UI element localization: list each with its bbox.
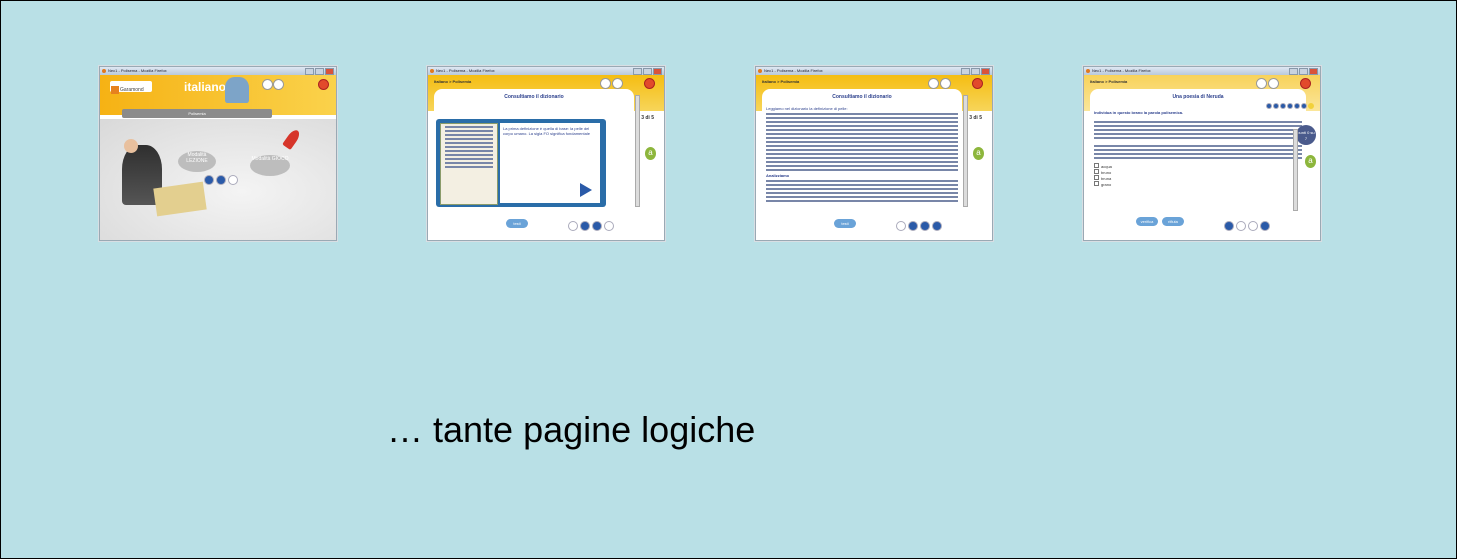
intro-text: Leggiamo nel dizionario la definizione d… xyxy=(766,106,848,111)
info-icon[interactable] xyxy=(262,79,273,90)
help-icon[interactable] xyxy=(273,79,284,90)
cloud-lezione[interactable]: Modalità LEZIONE xyxy=(178,151,216,172)
page-title: Una poesia di Neruda xyxy=(1172,94,1224,100)
next-arrow-icon[interactable] xyxy=(580,183,592,197)
progress-dots xyxy=(1266,103,1314,109)
window-title: Nec1 - Polisema - Mozilla Firefox xyxy=(764,68,823,73)
slide-caption: … tante pagine logiche xyxy=(387,409,756,450)
scrollbar[interactable] xyxy=(963,95,968,207)
screenshot-thumbnail-neruda-quiz: Nec1 - Polisema - Mozilla Firefox Italia… xyxy=(1083,66,1321,241)
help-icon[interactable] xyxy=(1268,78,1279,89)
close-icon[interactable] xyxy=(1300,78,1311,89)
nav-dots xyxy=(568,221,614,231)
window-titlebar: Nec1 - Polisema - Mozilla Firefox xyxy=(1084,67,1320,75)
poem-text xyxy=(1090,121,1306,139)
dictionary-panel: La prima definizione è quella di base: l… xyxy=(436,119,606,207)
verifica-button[interactable]: verifica xyxy=(1136,217,1158,226)
breadcrumb: Italiano > Polisemia xyxy=(434,79,472,84)
firefox-icon xyxy=(1086,69,1090,73)
font-size-icon[interactable]: a xyxy=(645,147,656,160)
analysis-list xyxy=(762,180,962,202)
help-icon[interactable] xyxy=(612,78,623,89)
poem-text-2 xyxy=(1090,145,1306,159)
section-heading: Analizziamo xyxy=(766,173,790,178)
scrollbar[interactable] xyxy=(1293,129,1298,211)
screenshot-thumbnail-dictionary-panel: Nec1 - Polisema - Mozilla Firefox Italia… xyxy=(427,66,665,241)
breadcrumb: Italiano > Polisemia xyxy=(1090,79,1128,84)
info-icon[interactable] xyxy=(928,78,939,89)
window-controls xyxy=(633,68,662,75)
screenshot-thumbnail-dictionary-text: Nec1 - Polisema - Mozilla Firefox Italia… xyxy=(755,66,993,241)
student-with-laptop-image xyxy=(225,77,249,103)
close-icon[interactable] xyxy=(644,78,655,89)
font-size-icon[interactable]: a xyxy=(1305,155,1316,168)
definition-list xyxy=(762,113,962,171)
close-icon[interactable] xyxy=(318,79,329,90)
nav-dots xyxy=(204,175,238,185)
testi-button[interactable]: testi xyxy=(506,219,528,228)
topic-bar[interactable]: Polisemia xyxy=(122,109,272,118)
info-icon[interactable] xyxy=(1256,78,1267,89)
help-icon[interactable] xyxy=(940,78,951,89)
instruction-text: Individua in questo brano la parola poli… xyxy=(1094,110,1184,115)
option-grano[interactable]: grano xyxy=(1094,181,1302,187)
panel-text: La prima definizione è quella di base: l… xyxy=(503,126,590,136)
firefox-icon xyxy=(758,69,762,73)
window-controls xyxy=(1289,68,1318,75)
nav-dots xyxy=(896,221,942,231)
firefox-icon xyxy=(102,69,106,73)
score-badge: punti 0 su 7 xyxy=(1296,125,1316,145)
rifiuta-button[interactable]: rifiuta xyxy=(1162,217,1184,226)
answer-options: acqua bruno bruna grano xyxy=(1094,163,1302,187)
window-controls xyxy=(961,68,990,75)
slide: Nec1 - Polisema - Mozilla Firefox Garamo… xyxy=(0,0,1457,559)
screenshot-thumbnail-home: Nec1 - Polisema - Mozilla Firefox Garamo… xyxy=(99,66,337,241)
page-counter: 3 di 5 xyxy=(641,115,654,121)
firefox-icon xyxy=(430,69,434,73)
page-title: Consultiamo il dizionario xyxy=(832,94,892,100)
brand-logo: Garamond xyxy=(110,81,152,94)
page-counter: 3 di 5 xyxy=(969,115,982,121)
close-icon[interactable] xyxy=(972,78,983,89)
window-title: Nec1 - Polisema - Mozilla Firefox xyxy=(1092,68,1151,73)
info-icon[interactable] xyxy=(600,78,611,89)
window-titlebar: Nec1 - Polisema - Mozilla Firefox xyxy=(756,67,992,75)
testi-button[interactable]: testi xyxy=(834,219,856,228)
nav-dots xyxy=(1224,221,1270,231)
breadcrumb: Italiano > Polisemia xyxy=(762,79,800,84)
content-page: Consultiamo il dizionario Leggiamo nel d… xyxy=(762,89,962,232)
subject-heading: italiano xyxy=(184,80,227,94)
font-size-icon[interactable]: a xyxy=(973,147,984,160)
window-titlebar: Nec1 - Polisema - Mozilla Firefox xyxy=(428,67,664,75)
window-titlebar: Nec1 - Polisema - Mozilla Firefox xyxy=(100,67,336,75)
content-page: Una poesia di Neruda Individua in questo… xyxy=(1090,89,1306,232)
cloud-gioco[interactable]: Modalità GIOCO xyxy=(250,155,290,176)
scrollbar[interactable] xyxy=(635,95,640,207)
window-title: Nec1 - Polisema - Mozilla Firefox xyxy=(436,68,495,73)
page-title: Consultiamo il dizionario xyxy=(504,94,564,100)
window-title: Nec1 - Polisema - Mozilla Firefox xyxy=(108,68,167,73)
window-controls xyxy=(305,68,334,75)
